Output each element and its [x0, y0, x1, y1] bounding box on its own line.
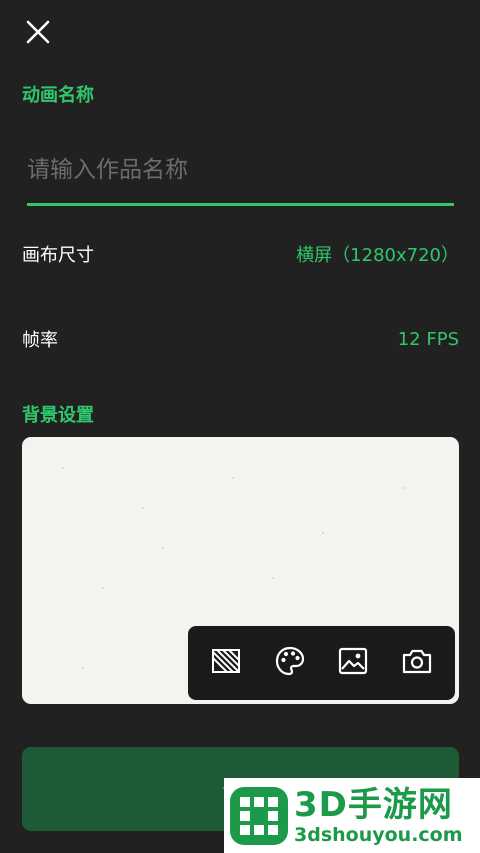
- background-toolbar: [188, 626, 455, 700]
- watermark-logo-icon: [226, 783, 292, 849]
- transparent-pattern-icon: [211, 648, 241, 678]
- name-input-container: [27, 140, 454, 206]
- animation-name-input[interactable]: [27, 140, 454, 200]
- watermark: 3D手游网 3dshouyou.com: [224, 778, 480, 853]
- animation-name-label: 动画名称: [22, 85, 94, 106]
- watermark-url: 3dshouyou.com: [294, 823, 463, 846]
- image-background-button[interactable]: [331, 641, 375, 685]
- canvas-size-row[interactable]: 画布尺寸 横屏（1280x720）: [22, 234, 459, 274]
- watermark-text: 3D手游网 3dshouyou.com: [294, 786, 463, 846]
- watermark-title: 3D手游网: [294, 784, 453, 825]
- close-button[interactable]: [18, 14, 58, 54]
- color-background-button[interactable]: [268, 641, 312, 685]
- canvas-size-label: 画布尺寸: [22, 245, 94, 266]
- palette-icon: [275, 646, 305, 680]
- canvas-size-value: 横屏（1280x720）: [296, 245, 459, 266]
- image-icon: [338, 647, 368, 679]
- camera-icon: [401, 647, 433, 679]
- frame-rate-row[interactable]: 帧率 12 FPS: [22, 319, 459, 359]
- frame-rate-label: 帧率: [22, 330, 58, 351]
- camera-background-button[interactable]: [395, 641, 439, 685]
- close-icon: [25, 19, 51, 49]
- frame-rate-value: 12 FPS: [397, 328, 459, 350]
- background-settings-label: 背景设置: [22, 405, 94, 426]
- transparent-background-button[interactable]: [204, 641, 248, 685]
